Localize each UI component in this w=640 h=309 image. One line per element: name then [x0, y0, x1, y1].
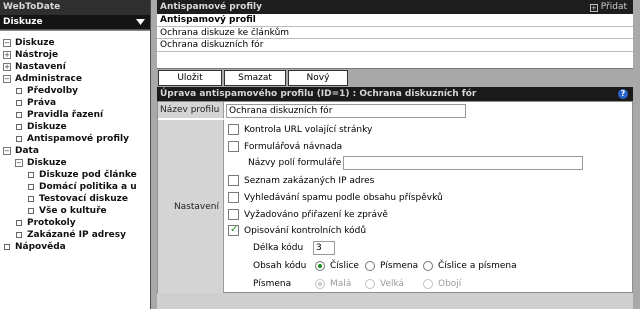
node-icon — [4, 244, 10, 250]
main-content: Antispamové profily + Přidat Antispamový … — [157, 0, 633, 309]
node-icon — [16, 112, 22, 118]
node-icon — [16, 136, 22, 142]
column-header: Antispamový profil — [157, 14, 633, 27]
code-length-input[interactable]: 3 — [313, 241, 335, 255]
code-length-label: Délka kódu — [253, 243, 304, 253]
uppercase-radio-label: Velká — [380, 279, 405, 289]
chevron-down-icon[interactable] — [133, 15, 147, 29]
node-icon — [16, 124, 22, 130]
code-content-label: Obsah kódu — [253, 261, 307, 271]
content-search-checkbox[interactable] — [228, 192, 239, 203]
digits-radio-label: Číslice — [330, 261, 359, 271]
digits-and-letters-radio-label: Číslice a písmena — [438, 261, 517, 271]
lowercase-radio[interactable] — [315, 279, 325, 289]
navigation-tree: − Diskuze + Nástroje + Nastavení − Administr… — [0, 30, 150, 309]
new-button[interactable]: Nový — [288, 70, 348, 86]
expand-icon[interactable]: + — [3, 51, 11, 59]
assign-required-checkbox[interactable] — [228, 209, 239, 220]
profiles-section-header: Antispamové profily + Přidat — [157, 0, 633, 14]
edit-title: Úprava antispamového profilu (ID=1) : Oc… — [160, 89, 477, 99]
captcha-checkbox[interactable] — [228, 223, 239, 237]
node-icon — [28, 196, 34, 202]
node-icon — [28, 172, 34, 178]
honeypot-fields-label: Názvy polí formuláře — [248, 158, 342, 168]
edit-form: Název profilu Ochrana diskuzních fór Nas… — [157, 101, 633, 294]
module-name: Diskuze — [3, 17, 43, 27]
honeypot-fields-input[interactable] — [343, 156, 583, 170]
footer-strip — [157, 293, 633, 309]
delete-button[interactable]: Smazat — [224, 70, 286, 86]
app-title: WebToDate — [0, 0, 150, 15]
profile-name-label: Název profilu — [158, 102, 224, 119]
node-icon — [16, 100, 22, 106]
letters-radio[interactable] — [365, 261, 375, 271]
letters-case-label: Písmena — [253, 279, 292, 289]
lowercase-radio-label: Malá — [330, 279, 352, 289]
collapse-icon[interactable]: − — [3, 39, 11, 47]
honeypot-checkbox[interactable] — [228, 141, 239, 152]
collapse-icon[interactable]: − — [3, 147, 11, 155]
expand-icon[interactable]: + — [3, 63, 11, 71]
table-row[interactable]: Ochrana diskuzních fór — [157, 39, 633, 52]
both-case-radio-label: Obojí — [438, 279, 462, 289]
save-button[interactable]: Uložit — [158, 70, 222, 86]
digits-and-letters-radio[interactable] — [423, 261, 433, 271]
plus-icon: + — [589, 4, 598, 12]
both-case-radio[interactable] — [423, 279, 433, 289]
node-icon — [28, 184, 34, 190]
node-icon — [16, 232, 22, 238]
help-icon[interactable]: ? — [618, 89, 628, 99]
node-icon — [16, 220, 22, 226]
digits-radio[interactable] — [315, 261, 325, 271]
edit-profile-header: Úprava antispamového profilu (ID=1) : Oc… — [157, 87, 633, 101]
node-icon — [28, 208, 34, 214]
left-panel: WebToDate Diskuze − Diskuze + Nástroje + Na… — [0, 0, 151, 309]
add-button[interactable]: + Přidat — [589, 0, 627, 14]
collapse-icon[interactable]: − — [3, 75, 11, 83]
settings-label: Nastavení — [158, 120, 224, 294]
section-title: Antispamové profily — [160, 2, 262, 12]
ip-list-checkbox[interactable] — [228, 175, 239, 186]
collapse-icon[interactable]: − — [15, 159, 23, 167]
profiles-table: Antispamový profil Ochrana diskuze ke čl… — [157, 14, 633, 52]
url-check-checkbox[interactable] — [228, 124, 239, 135]
uppercase-radio[interactable] — [365, 279, 375, 289]
letters-radio-label: Písmena — [380, 261, 419, 271]
table-row[interactable]: Ochrana diskuze ke článkům — [157, 27, 633, 39]
node-icon — [16, 88, 22, 94]
profiles-table-empty-area — [157, 51, 633, 69]
profile-name-input[interactable]: Ochrana diskuzních fór — [226, 104, 466, 118]
module-selector[interactable]: Diskuze — [0, 15, 150, 30]
